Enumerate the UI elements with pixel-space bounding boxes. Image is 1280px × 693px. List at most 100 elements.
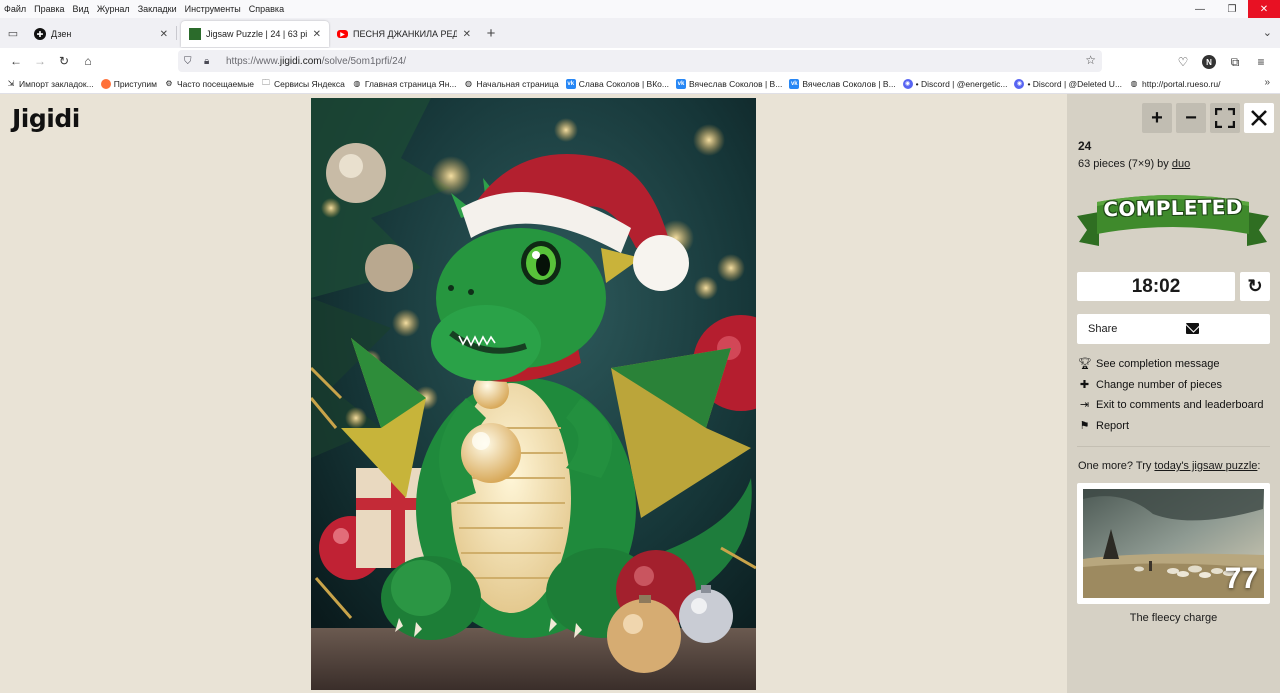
zoom-in-icon[interactable]: + bbox=[1142, 103, 1172, 133]
bookmark-item[interactable]: ⇲ Импорт закладок... bbox=[6, 79, 94, 89]
puzzle-meta: 63 pieces (7×9) by duo bbox=[1078, 158, 1190, 170]
bookmark-item[interactable]: vk Вячеслав Соколов | В... bbox=[789, 78, 896, 89]
bookmark-star-icon[interactable]: ☆ bbox=[1085, 53, 1096, 67]
bookmarks-bar: ⇲ Импорт закладок... Приступим ⚙ Часто пос… bbox=[0, 74, 1280, 94]
new-tab-icon[interactable]: + bbox=[479, 25, 503, 42]
bookmark-label: Главная страница Ян... bbox=[364, 78, 457, 89]
puzzle-piece-icon: ✚ bbox=[1079, 379, 1090, 391]
dzen-favicon-icon: ✚ bbox=[34, 28, 46, 40]
minimize-icon[interactable]: — bbox=[1184, 0, 1216, 18]
gear-icon: ⚙ bbox=[165, 79, 173, 88]
tab-separator bbox=[176, 26, 177, 40]
menu-view[interactable]: Вид bbox=[69, 4, 93, 14]
menu-hamburger-icon[interactable]: ≡ bbox=[1250, 50, 1272, 74]
bookmark-item[interactable]: ◉ • Discord | @energetic... bbox=[902, 78, 1007, 89]
zoom-out-icon[interactable]: − bbox=[1176, 103, 1206, 133]
action-label: Change number of pieces bbox=[1096, 378, 1222, 391]
site-logo[interactable]: Jigidi bbox=[12, 104, 80, 133]
bookmark-item[interactable]: ◍ Начальная страница bbox=[463, 78, 559, 89]
author-link[interactable]: duo bbox=[1172, 158, 1190, 170]
bookmarks-overflow-icon[interactable]: » bbox=[1264, 77, 1270, 88]
bookmark-item[interactable]: ◍ http://portal.rueso.ru/ bbox=[1129, 79, 1221, 89]
restart-icon[interactable]: ↻ bbox=[1240, 272, 1270, 301]
exit-to-comments-link[interactable]: ⇥ Exit to comments and leaderboard bbox=[1078, 398, 1264, 412]
share-button[interactable]: Share bbox=[1077, 314, 1270, 344]
one-more-prefix: One more? Try bbox=[1078, 460, 1155, 472]
bookmark-item[interactable]: vk Вячеслав Соколов | В... bbox=[675, 78, 783, 89]
bookmark-label: Вячеслав Соколов | В... bbox=[802, 78, 896, 89]
bookmark-item[interactable]: ◉ • Discord | @Deleted U... bbox=[1014, 78, 1123, 89]
fullscreen-icon[interactable] bbox=[1210, 103, 1240, 133]
url-prefix: https://www. bbox=[226, 55, 280, 67]
divider bbox=[1077, 446, 1270, 447]
bookmark-label: Сервисы Яндекса bbox=[273, 78, 345, 89]
mail-icon bbox=[1186, 323, 1199, 334]
reload-icon[interactable]: ↻ bbox=[52, 49, 76, 73]
change-pieces-link[interactable]: ✚ Change number of pieces bbox=[1078, 378, 1222, 392]
globe-icon: ◍ bbox=[464, 79, 472, 88]
tab-list-icon[interactable]: ▭ bbox=[0, 18, 26, 48]
puzzle-image[interactable] bbox=[311, 98, 756, 690]
tab-close-icon[interactable]: ✕ bbox=[313, 29, 321, 40]
toolbar: + − bbox=[1142, 103, 1274, 133]
todays-puzzle-link[interactable]: today's jigsaw puzzle bbox=[1154, 460, 1257, 472]
bookmark-item[interactable]: ◍ Главная страница Ян... bbox=[352, 78, 457, 89]
jigidi-favicon-icon bbox=[189, 28, 201, 40]
extensions-icon[interactable]: ⧉ bbox=[1224, 50, 1246, 74]
back-icon[interactable]: ← bbox=[4, 49, 28, 73]
menu-edit[interactable]: Правка bbox=[30, 4, 68, 14]
share-label: Share bbox=[1088, 323, 1118, 335]
dragon-illustration bbox=[311, 98, 756, 690]
timer: 18:02 bbox=[1077, 272, 1235, 301]
menu-tools[interactable]: Инструменты bbox=[181, 4, 245, 14]
action-label: Report bbox=[1096, 419, 1130, 432]
tab-dzen[interactable]: ✚ Дзен ✕ bbox=[26, 21, 176, 47]
menu-bookmarks[interactable]: Закладки bbox=[134, 4, 181, 14]
tab-close-icon[interactable]: ✕ bbox=[160, 29, 168, 40]
daily-puzzle-thumbnail[interactable]: 77 bbox=[1083, 489, 1264, 598]
youtube-favicon-icon: ▶ bbox=[337, 30, 348, 38]
menu-help[interactable]: Справка bbox=[245, 4, 288, 14]
trophy-icon: 🏆︎ bbox=[1078, 358, 1092, 370]
bookmark-item[interactable]: vk Слава Соколов | ВКо... bbox=[565, 78, 669, 89]
bookmark-label: Вячеслав Соколов | В... bbox=[688, 78, 783, 89]
shield-icon[interactable]: ⛉ bbox=[184, 56, 196, 67]
url-bar[interactable]: ⛉ 🔒︎ https://www.jigidi.com/solve/5om1pr… bbox=[178, 50, 1102, 72]
report-link[interactable]: ⚑ Report bbox=[1078, 419, 1130, 433]
close-icon[interactable] bbox=[1244, 103, 1274, 133]
window-controls: — ❐ ✕ bbox=[1184, 0, 1280, 18]
bookmark-item[interactable]: 🗀 Сервисы Яндекса bbox=[261, 78, 345, 89]
home-icon[interactable]: ⌂ bbox=[76, 49, 100, 73]
lock-icon[interactable]: 🔒︎ bbox=[204, 56, 214, 67]
window-close-icon[interactable]: ✕ bbox=[1248, 0, 1280, 18]
tab-close-icon[interactable]: ✕ bbox=[463, 29, 471, 40]
vk-icon: vk bbox=[675, 78, 686, 89]
account-icon[interactable]: N bbox=[1198, 50, 1220, 74]
bookmark-label: • Discord | @Deleted U... bbox=[1027, 78, 1123, 89]
daily-puzzle-pieces: 77 bbox=[1224, 562, 1258, 595]
vk-icon: vk bbox=[565, 78, 576, 89]
navigation-bar: ← → ↻ ⌂ ⛉ 🔒︎ https://www.jigidi.com/solv… bbox=[0, 48, 1280, 74]
see-completion-message-link[interactable]: 🏆︎ See completion message bbox=[1078, 357, 1220, 371]
daily-puzzle-title[interactable]: The fleecy charge bbox=[1067, 612, 1280, 624]
tab-jigsaw[interactable]: Jigsaw Puzzle | 24 | 63 pieces | Ji ✕ bbox=[181, 21, 329, 47]
restore-icon[interactable]: ❐ bbox=[1216, 0, 1248, 18]
globe-icon: ◍ bbox=[1130, 79, 1138, 88]
menu-file[interactable]: Файл bbox=[0, 4, 30, 14]
url-path: /solve/5om1prfi/24/ bbox=[321, 55, 407, 67]
menu-history[interactable]: Журнал bbox=[93, 4, 134, 14]
tab-title: Jigsaw Puzzle | 24 | 63 pieces | Ji bbox=[206, 29, 307, 39]
tab-youtube[interactable]: ▶ ПЕСНЯ ДЖАНКИЛА РЕДУКС | ... ✕ bbox=[329, 21, 479, 47]
toolbar-right: ♡ N ⧉ ≡ bbox=[1172, 50, 1272, 74]
forward-icon[interactable]: → bbox=[28, 49, 52, 73]
chevron-down-icon[interactable]: ⌄ bbox=[1263, 26, 1272, 39]
pocket-icon[interactable]: ♡ bbox=[1172, 50, 1194, 74]
daily-puzzle-card[interactable]: 77 bbox=[1077, 483, 1270, 604]
globe-icon: ◍ bbox=[353, 79, 361, 88]
bookmark-label: Слава Соколов | ВКо... bbox=[578, 78, 669, 89]
bookmark-item[interactable]: ⚙ Часто посещаемые bbox=[164, 79, 254, 89]
firefox-icon bbox=[100, 78, 111, 89]
url-text[interactable]: https://www.jigidi.com/solve/5om1prfi/24… bbox=[226, 56, 406, 67]
bookmark-label: Начальная страница bbox=[476, 78, 559, 89]
bookmark-item[interactable]: Приступим bbox=[100, 78, 157, 89]
